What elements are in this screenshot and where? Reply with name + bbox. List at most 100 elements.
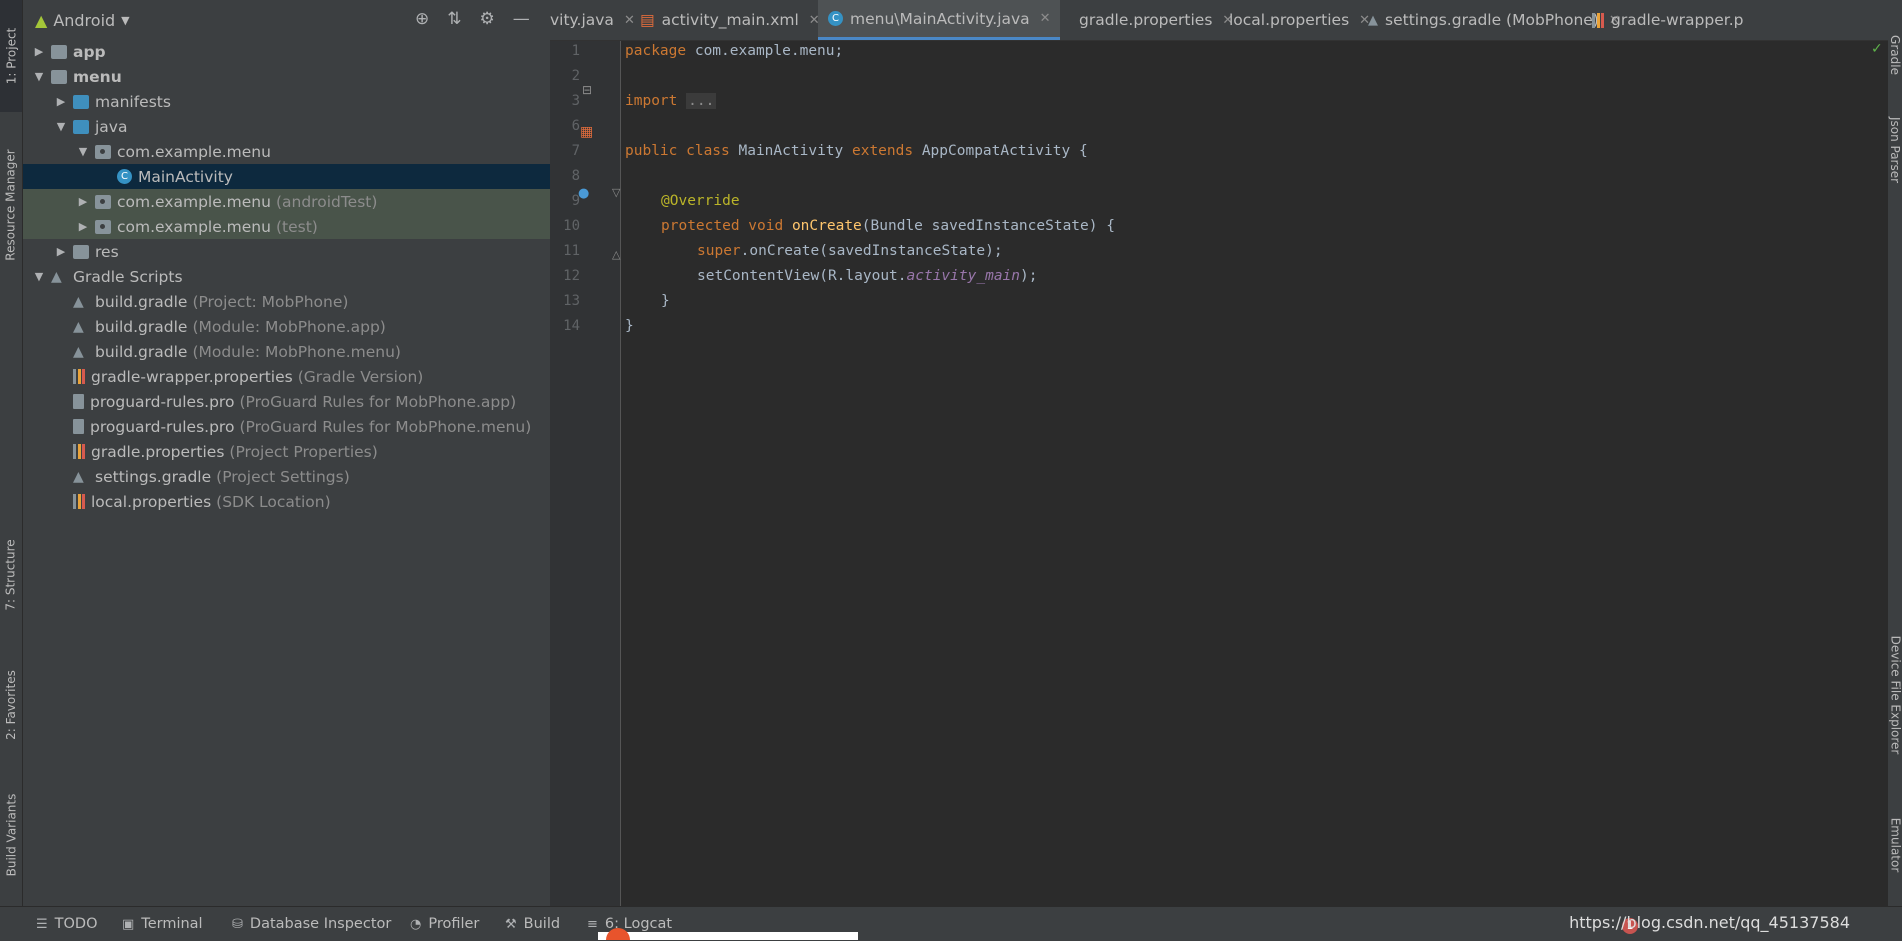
tree-item-hint: (Project Settings): [216, 467, 350, 486]
code-line-3: import ...: [625, 93, 717, 109]
bottom-tab[interactable]: ⛁ Database Inspector: [232, 907, 391, 941]
tree-item[interactable]: ▲ settings.gradle (Project Settings): [23, 464, 550, 489]
code-editor[interactable]: package com.example.menu; import ... pub…: [621, 41, 1888, 906]
tree-item[interactable]: ▲ build.gradle (Module: MobPhone.menu): [23, 339, 550, 364]
tree-item[interactable]: ▼ java: [23, 114, 550, 139]
tree-item-label: manifests: [95, 92, 171, 111]
bottom-tab[interactable]: ◔ Profiler: [410, 907, 479, 941]
xml-icon: ▤: [640, 11, 655, 29]
android-icon: ▲: [35, 10, 48, 30]
editor-tab[interactable]: gradle.properties ✕: [1062, 0, 1233, 40]
tool-tab-build-variants[interactable]: Build Variants: [0, 780, 22, 890]
hammer-icon: ⚒: [505, 916, 517, 932]
collapse-arrow-icon[interactable]: ▶: [75, 220, 91, 233]
hide-panel-icon[interactable]: —: [513, 9, 530, 29]
tree-item-label: java: [95, 117, 128, 136]
tool-tab-project[interactable]: 1: Project: [0, 0, 22, 112]
folded-imports[interactable]: ...: [686, 93, 717, 109]
keyword: extends: [851, 143, 914, 159]
tree-item[interactable]: ▲ build.gradle (Module: MobPhone.app): [23, 314, 550, 339]
tree-item[interactable]: gradle-wrapper.properties (Gradle Version…: [23, 364, 550, 389]
tree-item-hint: (ProGuard Rules for MobPhone.menu): [239, 417, 532, 436]
bottom-tab-label: Database Inspector: [249, 916, 392, 932]
tool-tab-structure[interactable]: 7: Structure: [0, 520, 22, 630]
collapse-arrow-icon[interactable]: ▶: [75, 195, 91, 208]
override-marker-icon[interactable]: ●: [578, 186, 589, 201]
expand-arrow-icon[interactable]: ▼: [31, 270, 47, 283]
list-icon: ☰: [36, 916, 48, 932]
tree-item[interactable]: ▶ app: [23, 39, 550, 64]
tool-tab-favorites[interactable]: 2: Favorites: [0, 650, 22, 760]
tree-item[interactable]: proguard-rules.pro (ProGuard Rules for Mo…: [23, 414, 550, 439]
gear-icon[interactable]: ⚙: [480, 9, 495, 29]
fold-icon[interactable]: △: [612, 248, 620, 261]
tree-item-label: app: [73, 42, 106, 61]
class-name: MainActivity: [729, 143, 852, 159]
code-line-12: setContentView(R.layout.activity_main);: [697, 268, 1037, 284]
editor-tab[interactable]: Cmenu\MainActivity.java ✕: [818, 0, 1060, 40]
tree-item-label: com.example.menu: [117, 192, 271, 211]
collapse-all-icon[interactable]: ⇅: [447, 9, 461, 29]
line-number: 10: [563, 218, 580, 234]
tool-tab-resource-manager[interactable]: Resource Manager: [0, 130, 22, 280]
editor-tab-label: settings.gradle (MobPhone): [1385, 11, 1599, 29]
tree-item[interactable]: ▲ build.gradle (Project: MobPhone): [23, 289, 550, 314]
close-icon[interactable]: ✕: [1040, 11, 1051, 26]
editor-tab-label: local.properties: [1229, 11, 1350, 29]
project-view-selector[interactable]: ▲ Android ▼: [35, 11, 130, 30]
tool-tab-label: Resource Manager: [4, 149, 19, 261]
editor-tab[interactable]: gradle-wrapper.p: [1582, 0, 1888, 40]
tree-item[interactable]: ▼ menu: [23, 64, 550, 89]
folder-icon: [73, 94, 89, 109]
code-text: );: [1020, 268, 1038, 284]
tree-item[interactable]: local.properties (SDK Location): [23, 489, 550, 514]
tool-tab-json-parser[interactable]: Json Parser: [1888, 100, 1902, 200]
collapse-arrow-icon[interactable]: ▶: [53, 245, 69, 258]
locate-icon[interactable]: ⊕: [415, 9, 429, 29]
tree-item[interactable]: ▶ manifests: [23, 89, 550, 114]
database-icon: ⛁: [232, 916, 243, 932]
collapse-arrow-icon[interactable]: ▶: [31, 45, 47, 58]
tree-item[interactable]: C MainActivity: [23, 164, 550, 189]
gradle-icon: ▲: [73, 293, 84, 310]
tool-tab-gradle[interactable]: Gradle: [1888, 20, 1902, 90]
expand-arrow-icon[interactable]: ▼: [75, 145, 91, 158]
expand-arrow-icon[interactable]: ▼: [53, 120, 69, 133]
fold-icon[interactable]: ⊟: [582, 83, 592, 97]
bottom-tab[interactable]: ⚒ Build: [505, 907, 560, 941]
keyword: import: [625, 93, 678, 109]
bottom-tab[interactable]: ☰ TODO: [36, 907, 98, 941]
layout-marker-icon[interactable]: ▦: [580, 124, 593, 140]
tool-tab-label: Emulator: [1888, 817, 1902, 873]
line-number: 2: [571, 68, 580, 84]
editor-tab-label: menu\MainActivity.java: [850, 9, 1030, 28]
tree-item[interactable]: ▼ ▲ Gradle Scripts: [23, 264, 550, 289]
editor-tab[interactable]: local.properties ✕: [1212, 0, 1370, 40]
tree-item[interactable]: ▶ com.example.menu (test): [23, 214, 550, 239]
editor-tab[interactable]: ▤ activity_main.xml ✕: [630, 0, 820, 40]
tool-tab-label: 2: Favorites: [4, 670, 19, 740]
tree-item-label: MainActivity: [138, 167, 233, 186]
expand-arrow-icon[interactable]: ▼: [31, 70, 47, 83]
tree-item[interactable]: ▼ com.example.menu: [23, 139, 550, 164]
editor-gutter: 1 2 3 6 7 8 9 10 11 12 13 14 ⊟ ▦ ● ▽ △: [550, 41, 621, 906]
editor-tab[interactable]: vity.java ✕: [550, 0, 635, 40]
tree-item[interactable]: gradle.properties (Project Properties): [23, 439, 550, 464]
fold-icon[interactable]: ▽: [612, 186, 620, 199]
tool-tab-emulator[interactable]: Emulator: [1888, 800, 1902, 890]
code-line-10: protected void onCreate(Bundle savedInst…: [661, 218, 1115, 234]
gradle-icon: ▲: [73, 318, 84, 335]
bottom-tab[interactable]: ▣ Terminal: [122, 907, 203, 941]
collapse-arrow-icon[interactable]: ▶: [53, 95, 69, 108]
bottom-tab-label: Build: [523, 916, 561, 932]
tree-item[interactable]: proguard-rules.pro (ProGuard Rules for Mo…: [23, 389, 550, 414]
tool-tab-device-file-explorer[interactable]: Device File Explorer: [1888, 620, 1902, 770]
editor-tab[interactable]: ▲ settings.gradle (MobPhone) ✕: [1358, 0, 1620, 40]
tree-item-label: res: [95, 242, 119, 261]
line-number: 6: [571, 118, 580, 134]
tree-item[interactable]: ▶ res: [23, 239, 550, 264]
tree-item[interactable]: ▶ com.example.menu (androidTest): [23, 189, 550, 214]
tool-tab-label: Json Parser: [1888, 116, 1902, 184]
tree-item-label: gradle-wrapper.properties: [91, 367, 293, 386]
module-folder-icon: [51, 69, 67, 84]
